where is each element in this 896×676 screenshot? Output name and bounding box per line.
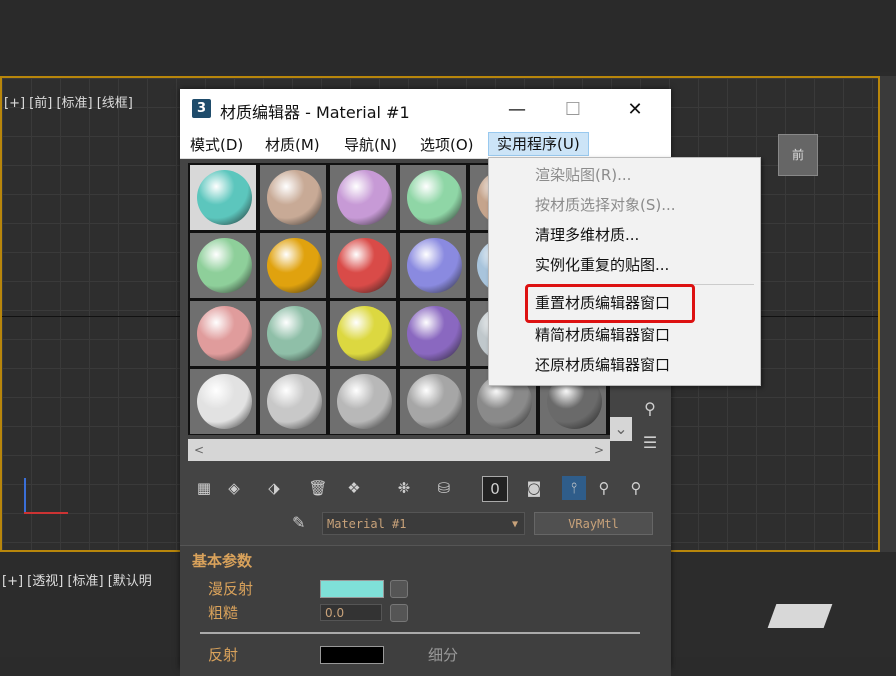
scroll-down-icon[interactable]: ⌄ <box>610 417 632 441</box>
go-to-parent-icon[interactable]: ⚲ <box>592 476 616 500</box>
material-sphere <box>267 306 322 361</box>
roughness-spinner[interactable]: 0.0 <box>320 604 382 621</box>
material-slot[interactable] <box>260 165 326 230</box>
roughness-map-button[interactable] <box>390 604 408 622</box>
highlight-annotation <box>525 284 695 323</box>
material-slot[interactable] <box>400 165 466 230</box>
material-sphere <box>337 306 392 361</box>
material-type-button[interactable]: VRayMtl <box>534 512 653 535</box>
material-sphere <box>197 238 252 293</box>
minimize-button[interactable]: — <box>494 89 540 130</box>
diffuse-color-swatch[interactable] <box>320 580 384 598</box>
diffuse-label: 漫反射 <box>208 580 254 598</box>
viewcube-label: 前 <box>791 148 804 162</box>
dropdown-item[interactable]: 还原材质编辑器窗口 <box>535 354 670 375</box>
maximize-button[interactable]: ☐ <box>550 89 596 130</box>
dropdown-item: 按材质选择对象(S)... <box>535 196 676 214</box>
save-library-icon[interactable]: ⛁ <box>432 476 456 500</box>
menu-utilities[interactable]: 实用程序(U) <box>488 132 589 156</box>
title-bar[interactable]: 3 材质编辑器 - Material #1 — ☐ ✕ <box>180 89 671 130</box>
material-slot[interactable] <box>260 369 326 434</box>
reflect-color-swatch[interactable] <box>320 646 384 664</box>
material-sphere <box>407 238 462 293</box>
assign-to-selection-icon[interactable]: ⬗ <box>262 476 286 500</box>
scene-object[interactable] <box>767 604 833 628</box>
show-map-icon[interactable]: ◙ <box>522 476 546 500</box>
material-sphere <box>197 306 252 361</box>
dropdown-item[interactable]: 清理多维材质... <box>535 224 639 245</box>
material-sphere <box>267 374 322 429</box>
menu-material[interactable]: 材质(M) <box>261 134 324 155</box>
menu-options[interactable]: 选项(O) <box>416 134 478 155</box>
material-slot[interactable] <box>400 233 466 298</box>
show-end-result-icon[interactable]: ⫯ <box>562 476 586 500</box>
roughness-value: 0.0 <box>325 606 345 620</box>
chevron-down-icon: ▼ <box>511 519 518 530</box>
app-icon: 3 <box>192 99 211 118</box>
go-sibling-icon[interactable]: ⚲ <box>624 476 648 500</box>
unique-icon[interactable]: ❉ <box>392 476 416 500</box>
basic-params-rollout: 基本参数 漫反射 粗糙 0.0 反射 细分 <box>180 545 671 676</box>
material-name-value: Material #1 <box>327 517 407 531</box>
copy-material-icon[interactable]: ❖ <box>342 476 366 500</box>
material-toolbar: ▦ ◈ ⬗ 🗑 ❖ ❉ ⛁ 0 ◙ ⫯ ⚲ ⚲ <box>188 474 658 504</box>
material-sphere <box>337 374 392 429</box>
material-sphere <box>267 170 322 225</box>
material-sphere <box>407 306 462 361</box>
scroll-left-icon[interactable]: < <box>188 439 210 461</box>
material-sphere <box>407 170 462 225</box>
slot-scrollbar[interactable]: < > <box>188 439 610 461</box>
menu-mode[interactable]: 模式(D) <box>186 134 247 155</box>
material-slot[interactable] <box>190 233 256 298</box>
eyedropper-icon[interactable]: ✎ <box>292 513 305 532</box>
magnify-icon[interactable]: ⚲ <box>637 397 663 421</box>
app-top-area <box>0 0 896 72</box>
material-slot[interactable] <box>260 301 326 366</box>
scroll-right-icon[interactable]: > <box>588 439 610 461</box>
diffuse-map-button[interactable] <box>390 580 408 598</box>
material-slot[interactable] <box>400 301 466 366</box>
viewport-label[interactable]: [+] [透视] [标准] [默认明 <box>2 570 152 589</box>
material-slot[interactable] <box>330 369 396 434</box>
material-id-icon[interactable]: 0 <box>482 476 508 502</box>
options-list-icon[interactable]: ☰ <box>637 431 663 455</box>
material-slot[interactable] <box>330 233 396 298</box>
close-button[interactable]: ✕ <box>612 89 658 130</box>
axis-x-icon <box>24 512 68 514</box>
delete-icon[interactable]: 🗑 <box>306 476 330 500</box>
viewcube[interactable]: 前 <box>778 134 818 176</box>
material-sphere <box>337 170 392 225</box>
material-slot[interactable] <box>260 233 326 298</box>
viewport-label[interactable]: [+] [前] [标准] [线框] <box>4 92 133 111</box>
command-panel-edge <box>880 76 896 552</box>
material-slot[interactable] <box>330 165 396 230</box>
material-sphere <box>197 374 252 429</box>
menu-navigation[interactable]: 导航(N) <box>340 134 401 155</box>
material-slot[interactable] <box>190 165 256 230</box>
axis-z-icon <box>24 478 26 514</box>
material-sphere <box>197 170 252 225</box>
menu-bar: 模式(D) 材质(M) 导航(N) 选项(O) 实用程序(U) <box>180 130 671 159</box>
divider <box>200 632 640 634</box>
material-sphere <box>407 374 462 429</box>
get-material-icon[interactable]: ▦ <box>192 476 216 500</box>
material-slot[interactable] <box>400 369 466 434</box>
dropdown-item[interactable]: 实例化重复的贴图... <box>535 254 669 275</box>
subdiv-label: 细分 <box>428 646 459 664</box>
roughness-label: 粗糙 <box>208 604 239 622</box>
dropdown-item[interactable]: 精简材质编辑器窗口 <box>535 324 670 345</box>
window-title: 材质编辑器 - Material #1 <box>220 103 410 122</box>
material-sphere <box>337 238 392 293</box>
material-slot[interactable] <box>330 301 396 366</box>
dropdown-item: 渲染贴图(R)... <box>535 166 632 184</box>
put-to-scene-icon[interactable]: ◈ <box>222 476 246 500</box>
material-slot[interactable] <box>190 301 256 366</box>
utilities-dropdown-menu: 渲染贴图(R)... 按材质选择对象(S)... 清理多维材质... 实例化重复的贴图… <box>488 157 761 386</box>
rollout-title[interactable]: 基本参数 <box>192 550 252 571</box>
reflect-label: 反射 <box>208 646 239 664</box>
material-name-field[interactable]: Material #1 ▼ <box>322 512 525 535</box>
material-sphere <box>267 238 322 293</box>
material-slot[interactable] <box>190 369 256 434</box>
